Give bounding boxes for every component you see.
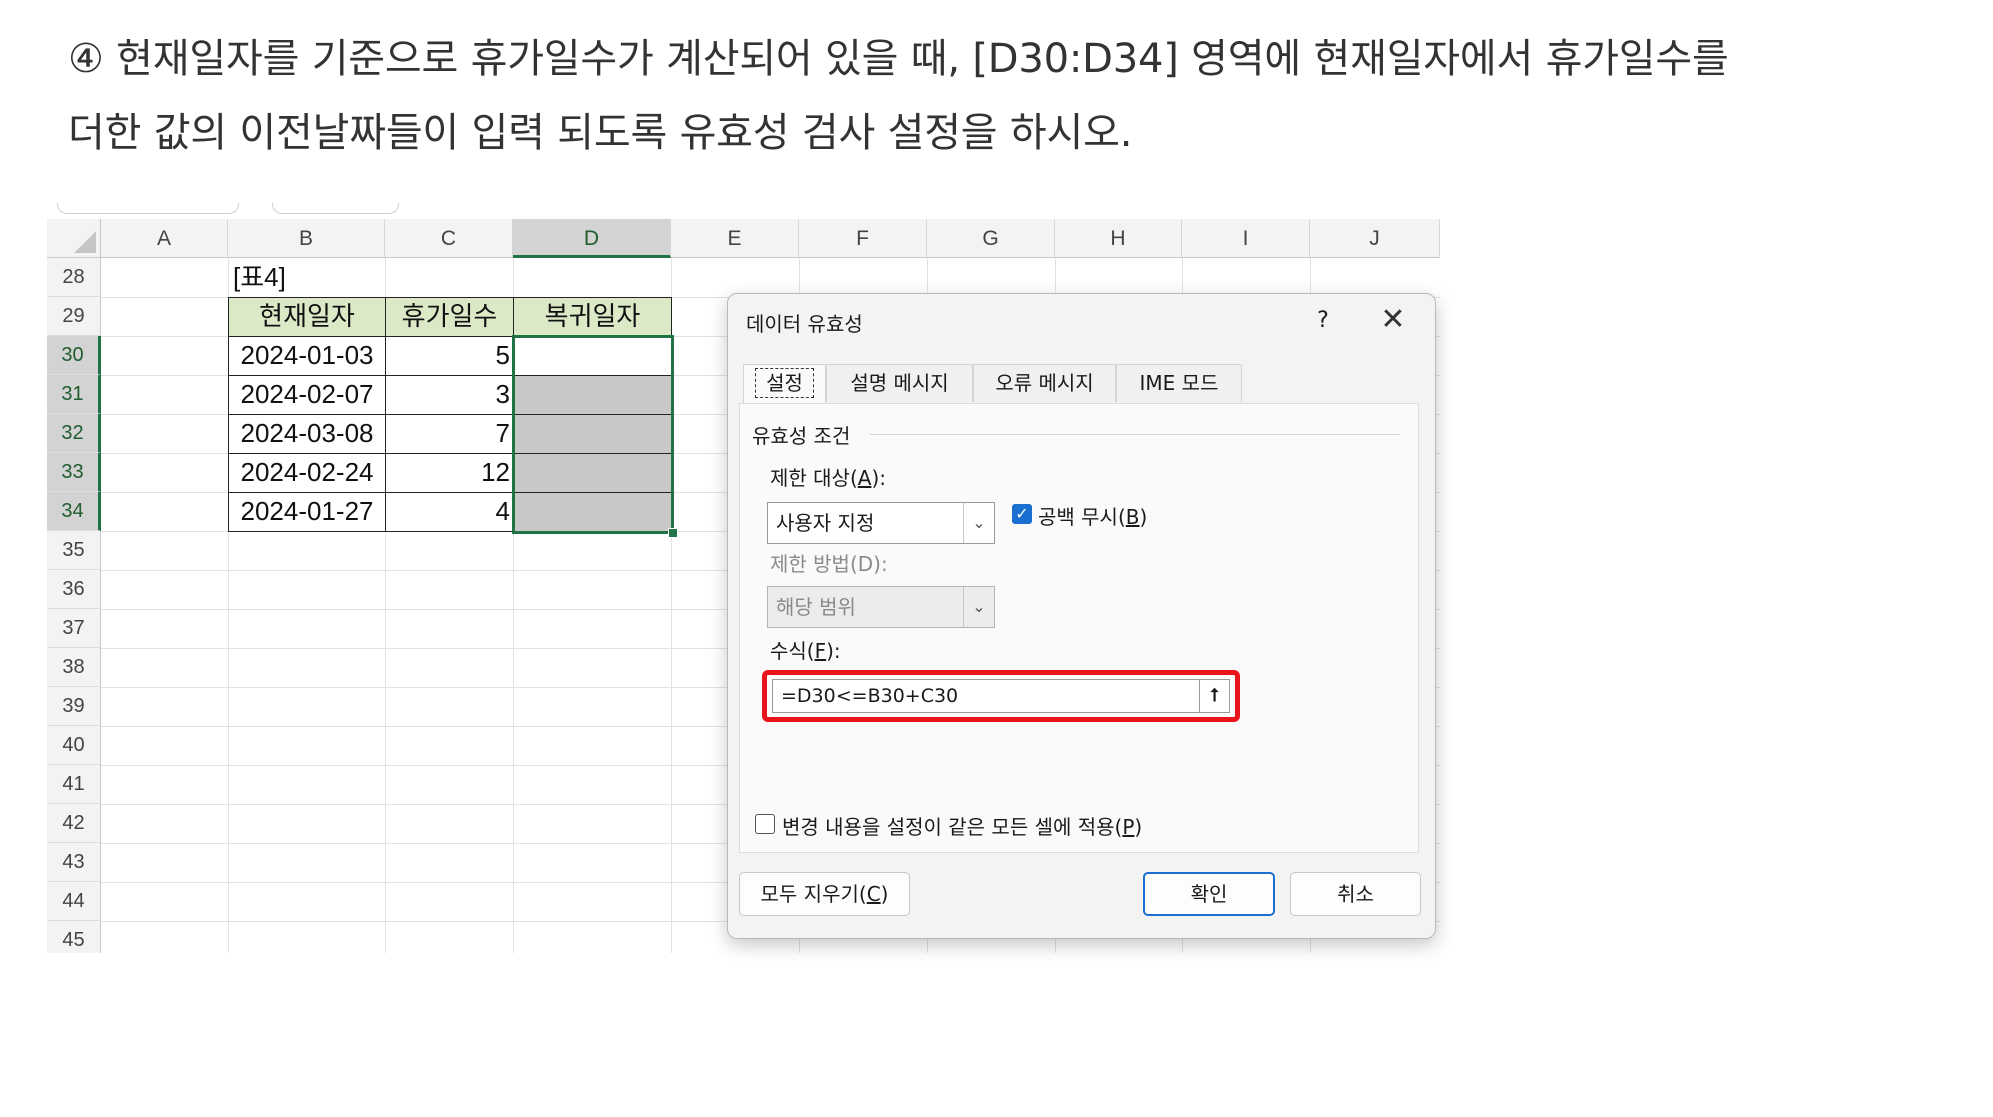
ignore-blank-checkbox[interactable]: ✓	[1012, 504, 1032, 524]
row-header-35[interactable]: 35	[47, 531, 101, 570]
cell-b33[interactable]: 2024-02-24	[228, 453, 386, 493]
data-select: 해당 범위 ⌄	[767, 586, 995, 628]
fill-handle[interactable]	[668, 528, 678, 538]
close-icon[interactable]: ✕	[1368, 302, 1418, 340]
cell-c33[interactable]: 12	[385, 453, 514, 493]
apply-all-label-text: 변경 내용을 설정이 같은 모든 셀에 적용(	[782, 815, 1123, 839]
tab-ime-mode[interactable]: IME 모드	[1116, 364, 1242, 402]
tab-input-message[interactable]: 설명 메시지	[826, 364, 973, 402]
table-label[interactable]: [표4]	[233, 259, 373, 297]
ignore-blank-label-text: 공백 무시(	[1038, 505, 1126, 529]
allow-label: 제한 대상(A):	[770, 466, 886, 490]
row-header-28[interactable]: 28	[47, 258, 101, 297]
column-header-d[interactable]: D	[513, 219, 671, 258]
allow-label-text: 제한 대상(	[770, 466, 858, 490]
formula-input[interactable]: =D30<=B30+C30	[772, 679, 1200, 713]
row-header-37[interactable]: 37	[47, 609, 101, 648]
instruction-line-1: ④ 현재일자를 기준으로 휴가일수가 계산되어 있을 때, [D30:D34] …	[68, 36, 1729, 82]
row-header-45[interactable]: 45	[47, 921, 101, 953]
row-header-39[interactable]: 39	[47, 687, 101, 726]
column-header-j[interactable]: J	[1310, 219, 1440, 258]
column-header-b[interactable]: B	[228, 219, 385, 258]
cell-b34[interactable]: 2024-01-27	[228, 492, 386, 532]
clear-all-key: C	[866, 882, 881, 906]
cell-c32[interactable]: 7	[385, 414, 514, 454]
row-header-44[interactable]: 44	[47, 882, 101, 921]
allow-select[interactable]: 사용자 지정 ⌄	[767, 502, 995, 544]
cell-d30[interactable]	[513, 336, 672, 376]
sheet-tab-edge	[272, 203, 399, 214]
collapse-dialog-icon[interactable]: ⭡	[1200, 679, 1230, 713]
help-button[interactable]: ?	[1303, 302, 1343, 340]
row-header-30[interactable]: 30	[47, 336, 101, 375]
data-select-value: 해당 범위	[776, 595, 856, 619]
apply-all-checkbox[interactable]	[755, 814, 775, 834]
validation-criteria-label: 유효성 조건	[752, 420, 857, 449]
column-header-c[interactable]: C	[385, 219, 513, 258]
chevron-down-icon: ⌄	[963, 503, 994, 543]
cell-b30[interactable]: 2024-01-03	[228, 336, 386, 376]
header-return-date[interactable]: 복귀일자	[513, 297, 672, 337]
ignore-blank-label: 공백 무시(B)	[1038, 505, 1148, 529]
apply-all-label-key: P	[1122, 815, 1135, 839]
cell-d33[interactable]	[513, 453, 672, 493]
row-header-41[interactable]: 41	[47, 765, 101, 804]
formula-highlight: =D30<=B30+C30 ⭡	[762, 670, 1240, 722]
clear-all-button[interactable]: 모두 지우기(C)	[739, 872, 910, 916]
column-header-h[interactable]: H	[1055, 219, 1182, 258]
select-all-corner[interactable]	[47, 219, 101, 258]
header-current-date[interactable]: 현재일자	[228, 297, 386, 337]
tab-settings-label: 설정	[755, 368, 814, 398]
row-header-40[interactable]: 40	[47, 726, 101, 765]
ignore-blank-label-key: B	[1125, 505, 1140, 529]
column-header-i[interactable]: I	[1182, 219, 1310, 258]
row-header-36[interactable]: 36	[47, 570, 101, 609]
cancel-button[interactable]: 취소	[1290, 872, 1421, 916]
column-header-e[interactable]: E	[671, 219, 799, 258]
cell-b31[interactable]: 2024-02-07	[228, 375, 386, 415]
column-header-a[interactable]: A	[101, 219, 228, 258]
sheet-tab-edge	[57, 203, 239, 214]
row-header-43[interactable]: 43	[47, 843, 101, 882]
allow-select-value: 사용자 지정	[776, 511, 875, 535]
row-header-38[interactable]: 38	[47, 648, 101, 687]
cell-c31[interactable]: 3	[385, 375, 514, 415]
chevron-down-icon: ⌄	[963, 587, 994, 627]
row-header-29[interactable]: 29	[47, 297, 101, 336]
settings-panel: 유효성 조건 제한 대상(A): 사용자 지정 ⌄ ✓ 공백 무시(B) 제한 …	[739, 403, 1419, 853]
data-label: 제한 방법(D):	[770, 552, 888, 576]
cell-d34[interactable]	[513, 492, 672, 532]
column-header-f[interactable]: F	[799, 219, 927, 258]
row-header-32[interactable]: 32	[47, 414, 101, 453]
data-validation-dialog: 데이터 유효성 ? ✕ 설정 설명 메시지 오류 메시지 IME 모드 유효성 …	[727, 293, 1436, 939]
tab-settings[interactable]: 설정	[743, 364, 826, 404]
dialog-title: 데이터 유효성	[746, 312, 863, 336]
cell-c30[interactable]: 5	[385, 336, 514, 376]
instruction-line-2: 더한 값의 이전날짜들이 입력 되도록 유효성 검사 설정을 하시오.	[68, 110, 1133, 156]
cell-d31[interactable]	[513, 375, 672, 415]
formula-label-key: F	[814, 639, 827, 663]
row-header-34[interactable]: 34	[47, 492, 101, 531]
clear-all-label: 모두 지우기(	[760, 882, 867, 906]
row-header-33[interactable]: 33	[47, 453, 101, 492]
row-header-31[interactable]: 31	[47, 375, 101, 414]
allow-label-key: A	[857, 466, 872, 490]
instruction-text: ④ 현재일자를 기준으로 휴가일수가 계산되어 있을 때, [D30:D34] …	[68, 22, 1948, 170]
group-divider	[870, 434, 1400, 435]
apply-all-label: 변경 내용을 설정이 같은 모든 셀에 적용(P)	[782, 815, 1143, 839]
ok-button[interactable]: 확인	[1143, 872, 1275, 916]
header-vacation-days[interactable]: 휴가일수	[385, 297, 514, 337]
row-header-42[interactable]: 42	[47, 804, 101, 843]
tab-error-alert[interactable]: 오류 메시지	[973, 364, 1116, 402]
column-header-g[interactable]: G	[927, 219, 1055, 258]
formula-label: 수식(F):	[770, 639, 841, 663]
cell-c34[interactable]: 4	[385, 492, 514, 532]
cell-b32[interactable]: 2024-03-08	[228, 414, 386, 454]
formula-label-text: 수식(	[770, 639, 815, 663]
cell-d32[interactable]	[513, 414, 672, 454]
ribbon-edge	[47, 203, 1440, 219]
